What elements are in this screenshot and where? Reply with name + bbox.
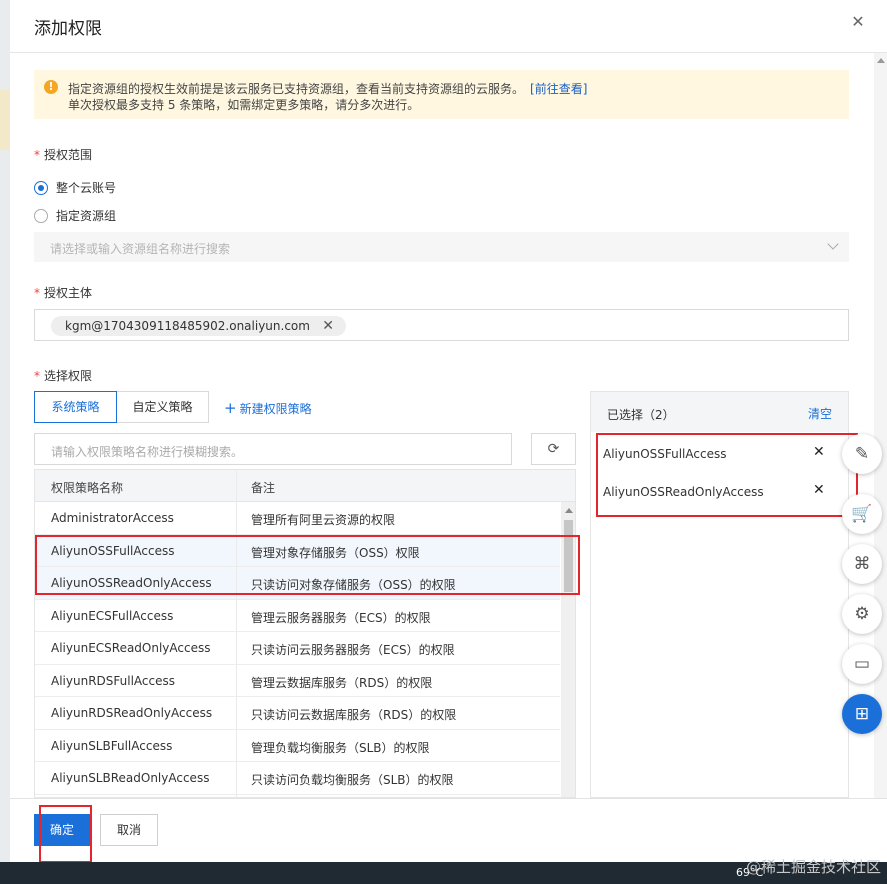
table-row[interactable]: AliyunRDSReadOnlyAccess 只读访问云数据库服务（RDS）的权… [35, 697, 560, 730]
table-row[interactable]: AliyunECSFullAccess 管理云服务器服务（ECS）的权限 [35, 600, 560, 632]
policy-search-input[interactable]: 请输入权限策略名称进行模糊搜索。 [34, 433, 512, 465]
clear-button[interactable]: 清空 [808, 405, 832, 422]
new-policy-link[interactable]: + 新建权限策略 [224, 399, 312, 417]
selected-count: 已选择（2） [607, 408, 675, 422]
principal-label: * 授权主体 [34, 286, 93, 300]
table-row[interactable]: AliyunSLBFullAccess 管理负载均衡服务（SLB）的权限 [35, 730, 560, 762]
table-row[interactable]: AliyunRDSFullAccess 管理云数据库服务（RDS）的权限 [35, 665, 560, 697]
permissions-label: * 选择权限 [34, 369, 93, 383]
column-divider [236, 470, 237, 797]
scope-label: * 授权范围 [34, 148, 93, 162]
footer-divider [10, 798, 887, 799]
search-placeholder: 请输入权限策略名称进行模糊搜索。 [51, 445, 244, 459]
refresh-icon: ⟳ [547, 441, 560, 457]
title-divider [10, 52, 887, 53]
table-row[interactable]: AdministratorAccess 管理所有阿里云资源的权限 [35, 502, 560, 535]
resource-group-placeholder: 请选择或输入资源组名称进行搜索 [50, 242, 231, 256]
close-icon[interactable]: ✕ [850, 14, 866, 30]
radio-unchecked[interactable] [34, 208, 48, 223]
highlight-box-table [35, 535, 580, 595]
chevron-down-icon [827, 238, 839, 250]
remove-tag-icon[interactable]: ✕ [322, 316, 334, 336]
chat-icon[interactable]: ▭ [842, 644, 882, 684]
add-permission-dialog: 添加权限 ✕ ! 指定资源组的授权生效前提是该云服务已支持资源组，查看当前支持资… [10, 0, 887, 863]
dialog-title: 添加权限 [34, 19, 102, 39]
table-scroll-up-icon[interactable] [565, 508, 573, 513]
cart-icon[interactable]: 🛒 [842, 494, 882, 534]
cancel-button[interactable]: 取消 [100, 814, 158, 846]
notice-banner: ! 指定资源组的授权生效前提是该云服务已支持资源组，查看当前支持资源组的云服务。… [34, 70, 849, 119]
notice-line-1: 指定资源组的授权生效前提是该云服务已支持资源组，查看当前支持资源组的云服务。 [前… [68, 82, 588, 96]
resource-group-select[interactable]: 请选择或输入资源组名称进行搜索 [34, 232, 849, 262]
apps-icon[interactable]: ⊞ [842, 694, 882, 734]
watermark: @稀土掘金技术社区 [745, 858, 881, 876]
api-icon[interactable]: ⌘ [842, 544, 882, 584]
edit-icon[interactable]: ✎ [842, 434, 882, 474]
highlight-box-confirm [39, 805, 92, 863]
table-row[interactable]: AliyunSLBReadOnlyAccess 只读访问负载均衡服务（SLB）的权… [35, 762, 560, 795]
table-header: 权限策略名称 备注 [35, 470, 575, 502]
settings-icon[interactable]: ⚙ [842, 594, 882, 634]
principal-tag: kgm@1704309118485902.onaliyun.com ✕ [51, 316, 346, 336]
radio-label: 指定资源组 [56, 209, 117, 223]
radio-label: 整个云账号 [56, 181, 117, 195]
view-link[interactable]: [前往查看] [530, 82, 587, 96]
scroll-up-icon[interactable] [877, 58, 885, 63]
radio-checked[interactable] [34, 180, 48, 195]
column-header-name: 权限策略名称 [51, 481, 124, 495]
background-strip [0, 90, 10, 150]
column-header-note: 备注 [251, 481, 276, 495]
policy-table: 权限策略名称 备注 AdministratorAccess 管理所有阿里云资源的权… [34, 469, 576, 798]
highlight-box-selected [596, 433, 858, 517]
table-row[interactable]: AliyunECSReadOnlyAccess 只读访问云服务器服务（ECS）的权… [35, 632, 560, 665]
warning-icon: ! [44, 80, 58, 94]
radio-whole-account[interactable]: 整个云账号 [34, 179, 116, 196]
principal-input[interactable]: kgm@1704309118485902.onaliyun.com ✕ [34, 309, 849, 341]
notice-line-2: 单次授权最多支持 5 条策略，如需绑定更多策略，请分多次进行。 [68, 98, 420, 112]
refresh-button[interactable]: ⟳ [531, 433, 576, 465]
tab-system-policy[interactable]: 系统策略 [34, 391, 117, 423]
tab-custom-policy[interactable]: 自定义策略 [117, 391, 209, 423]
radio-resource-group[interactable]: 指定资源组 [34, 207, 116, 224]
dialog-scrollbar[interactable] [874, 53, 887, 798]
selected-panel-header: 已选择（2） 清空 [591, 392, 848, 432]
plus-icon: + [224, 399, 237, 417]
